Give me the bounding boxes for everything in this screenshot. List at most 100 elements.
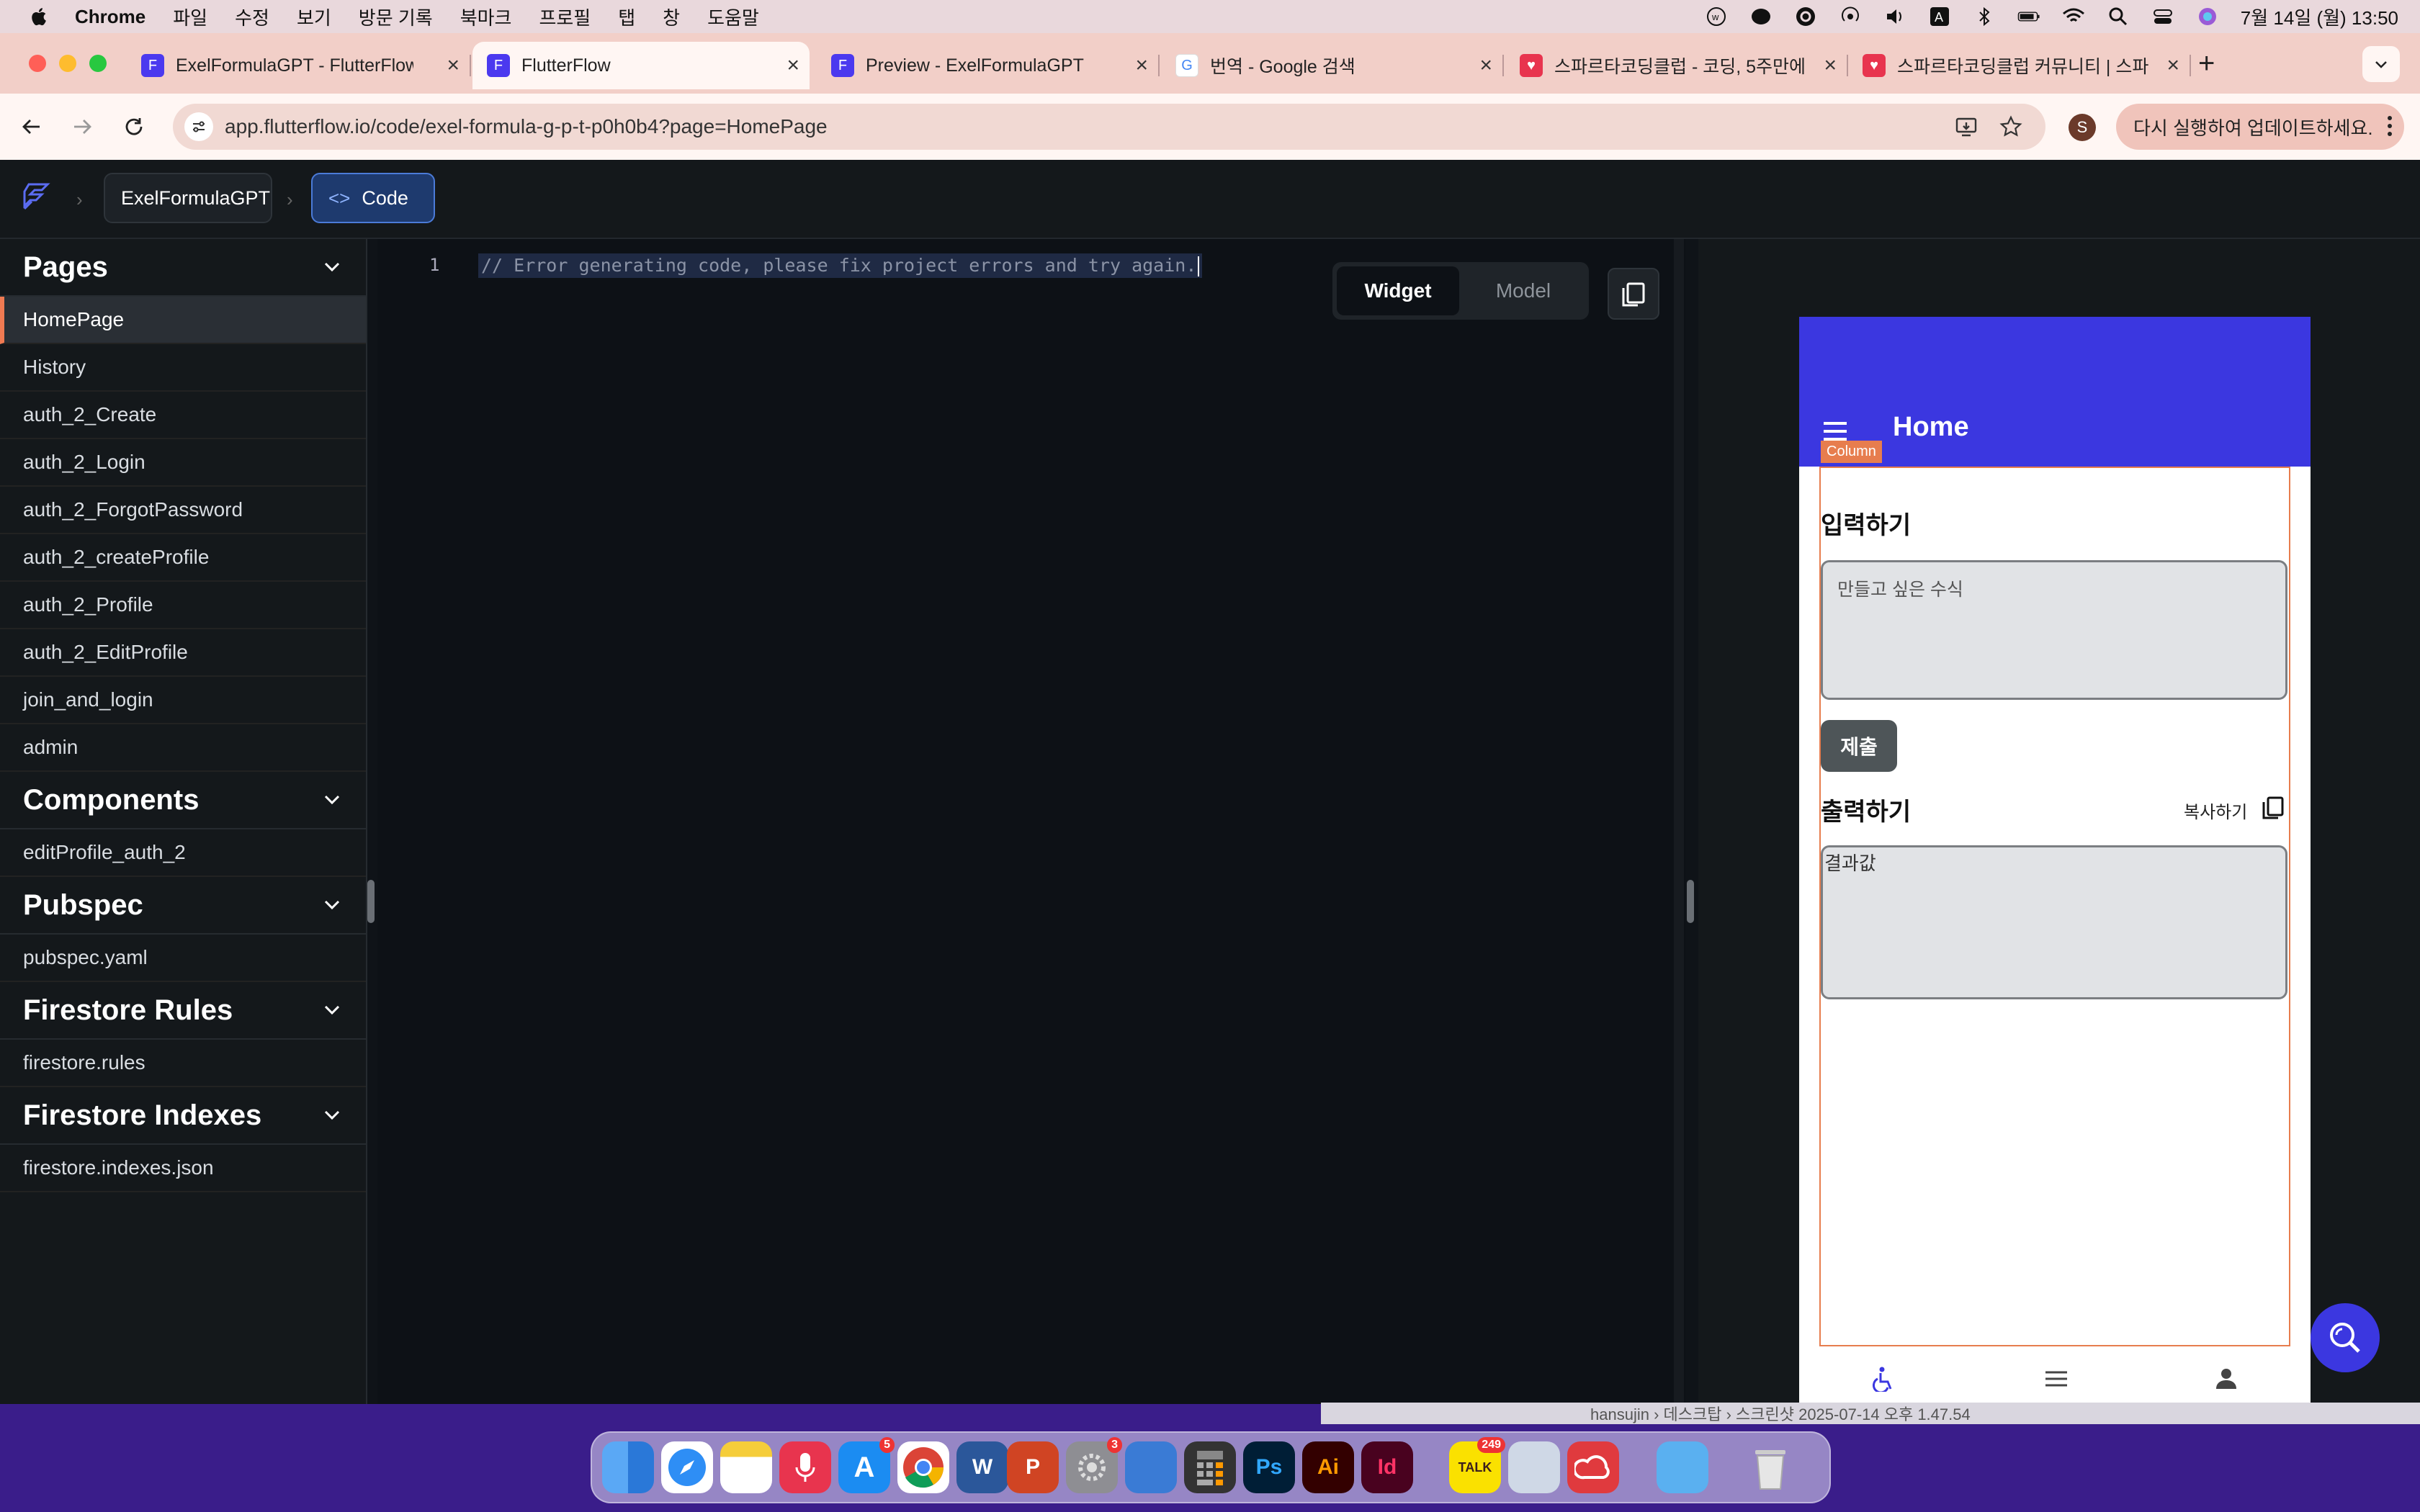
tab-flutterflow[interactable]: F FlutterFlow × (472, 42, 810, 89)
creative-cloud-icon[interactable] (1794, 5, 1817, 28)
close-icon[interactable]: × (447, 53, 460, 78)
sidebar-resize-handle[interactable] (367, 880, 375, 923)
url-text[interactable]: app.flutterflow.io/code/exel-formula-g-p… (225, 115, 828, 138)
page-item-history[interactable]: History (0, 344, 366, 392)
forward-button[interactable] (69, 114, 95, 140)
page-item-auth-create[interactable]: auth_2_Create (0, 392, 366, 439)
back-button[interactable] (19, 114, 45, 140)
minimize-window-button[interactable] (59, 55, 76, 72)
menu-tab[interactable]: 탭 (618, 4, 635, 30)
menu-edit[interactable]: 수정 (235, 4, 269, 30)
update-chrome-button[interactable]: 다시 실행하여 업데이트하세요. (2116, 104, 2404, 150)
voice-memo-icon[interactable] (779, 1441, 831, 1493)
zoom-window-button[interactable] (89, 55, 107, 72)
list-icon[interactable] (2043, 1368, 2069, 1390)
section-pages[interactable]: Pages (0, 239, 366, 297)
breadcrumb-code[interactable]: <> Code (311, 173, 435, 223)
close-icon[interactable]: × (1824, 53, 1837, 78)
illustrator-icon[interactable]: Ai (1302, 1441, 1354, 1493)
calculator-icon[interactable] (1184, 1441, 1236, 1493)
close-window-button[interactable] (29, 55, 46, 72)
control-center-icon[interactable] (2151, 5, 2174, 28)
accessible-icon[interactable] (1872, 1366, 1898, 1392)
tab-sparta-coding[interactable]: ♥ 스파르타코딩클럽 - 코딩, 5주만에 × (1505, 42, 1848, 89)
search-fab[interactable] (2311, 1303, 2380, 1372)
profile-avatar[interactable]: S (2069, 114, 2096, 141)
menu-bookmarks[interactable]: 북마크 (460, 4, 512, 30)
airdrop-icon[interactable] (1839, 5, 1862, 28)
close-icon[interactable]: × (2166, 53, 2179, 78)
menu-app-name[interactable]: Chrome (75, 6, 145, 28)
circle-w-icon[interactable]: w (1705, 5, 1728, 28)
formula-input[interactable]: 만들고 싶은 수식 (1821, 560, 2287, 700)
kakaotalk-icon[interactable]: TALK 249 (1449, 1437, 1505, 1493)
spotlight-search-icon[interactable] (2107, 5, 2130, 28)
section-firestore-rules[interactable]: Firestore Rules (0, 982, 366, 1040)
reload-button[interactable] (121, 114, 147, 140)
code-scrollbar[interactable] (1674, 239, 1684, 1404)
page-item-homepage[interactable]: HomePage (0, 297, 366, 344)
app-store-icon[interactable]: A 5 (838, 1437, 895, 1493)
code-editor[interactable]: 1 // Error generating code, please fix p… (377, 239, 1685, 1404)
close-icon[interactable]: × (1135, 53, 1148, 78)
menu-profiles[interactable]: 프로필 (539, 4, 591, 30)
breadcrumb-project[interactable]: ExelFormulaGPT (104, 173, 272, 223)
menu-file[interactable]: 파일 (173, 4, 207, 30)
more-vert-icon[interactable] (2387, 114, 2393, 143)
file-item-firestore-rules[interactable]: firestore.rules (0, 1040, 366, 1087)
menu-icon[interactable] (1821, 419, 1850, 444)
menu-view[interactable]: 보기 (297, 4, 331, 30)
copy-code-button[interactable] (1608, 268, 1659, 320)
section-firestore-indexes[interactable]: Firestore Indexes (0, 1087, 366, 1145)
address-bar[interactable]: app.flutterflow.io/code/exel-formula-g-p… (173, 104, 2045, 150)
tab-google-translate[interactable]: G 번역 - Google 검색 × (1161, 42, 1504, 89)
safari-icon[interactable] (661, 1441, 713, 1493)
close-icon[interactable]: × (1479, 53, 1492, 78)
copy-label[interactable]: 복사하기 (2184, 798, 2247, 823)
wifi-icon[interactable] (2062, 5, 2085, 28)
file-item-firestore-indexes[interactable]: firestore.indexes.json (0, 1145, 366, 1192)
page-item-auth-create-profile[interactable]: auth_2_createProfile (0, 534, 366, 582)
file-item-pubspec[interactable]: pubspec.yaml (0, 935, 366, 982)
page-item-join-and-login[interactable]: join_and_login (0, 677, 366, 724)
apple-icon[interactable] (29, 6, 50, 27)
result-output[interactable]: 결과값 (1821, 845, 2287, 999)
folder-icon[interactable] (1657, 1441, 1708, 1493)
page-item-auth-edit-profile[interactable]: auth_2_EditProfile (0, 629, 366, 677)
menu-window[interactable]: 창 (663, 4, 680, 30)
bookmark-star-icon[interactable] (1999, 115, 2022, 142)
toggle-model[interactable]: Model (1462, 266, 1585, 315)
tab-search-button[interactable] (2362, 46, 2400, 82)
menu-history[interactable]: 방문 기록 (359, 4, 433, 30)
bluetooth-icon[interactable] (1973, 5, 1996, 28)
library-app-icon[interactable] (1125, 1441, 1177, 1493)
menu-help[interactable]: 도움말 (707, 4, 759, 30)
tab-preview-exelformula[interactable]: F Preview - ExelFormulaGPT × (817, 42, 1160, 89)
section-components[interactable]: Components (0, 772, 366, 829)
chrome-icon[interactable] (897, 1441, 949, 1493)
submit-button[interactable]: 제출 (1821, 720, 1897, 772)
siri-icon[interactable] (2196, 5, 2219, 28)
preview-resize-handle[interactable] (1687, 880, 1694, 923)
toggle-widget[interactable]: Widget (1337, 266, 1459, 315)
component-item-edit-profile[interactable]: editProfile_auth_2 (0, 829, 366, 877)
powerpoint-icon[interactable]: P (1007, 1441, 1059, 1493)
site-settings-icon[interactable] (184, 112, 213, 141)
new-tab-button[interactable]: + (2198, 48, 2215, 80)
word-icon[interactable]: W (956, 1441, 1008, 1493)
flutterflow-logo-icon[interactable] (19, 180, 56, 221)
trash-icon[interactable] (1744, 1441, 1796, 1493)
page-item-auth-forgot-password[interactable]: auth_2_ForgotPassword (0, 487, 366, 534)
photoshop-icon[interactable]: Ps (1243, 1441, 1295, 1493)
finder-icon[interactable] (602, 1441, 654, 1493)
notes-icon[interactable] (720, 1441, 772, 1493)
copy-icon[interactable] (2260, 795, 2286, 821)
tab-sparta-community[interactable]: ♥ 스파르타코딩클럽 커뮤니티 | 스파르 × (1848, 42, 2191, 89)
battery-icon[interactable] (2017, 5, 2040, 28)
section-pubspec[interactable]: Pubspec (0, 877, 366, 935)
indesign-icon[interactable]: Id (1361, 1441, 1413, 1493)
close-icon[interactable]: × (786, 53, 799, 78)
chat-bubble-icon[interactable] (1749, 5, 1773, 28)
input-source-icon[interactable]: A (1928, 5, 1951, 28)
person-icon[interactable] (2215, 1367, 2238, 1390)
